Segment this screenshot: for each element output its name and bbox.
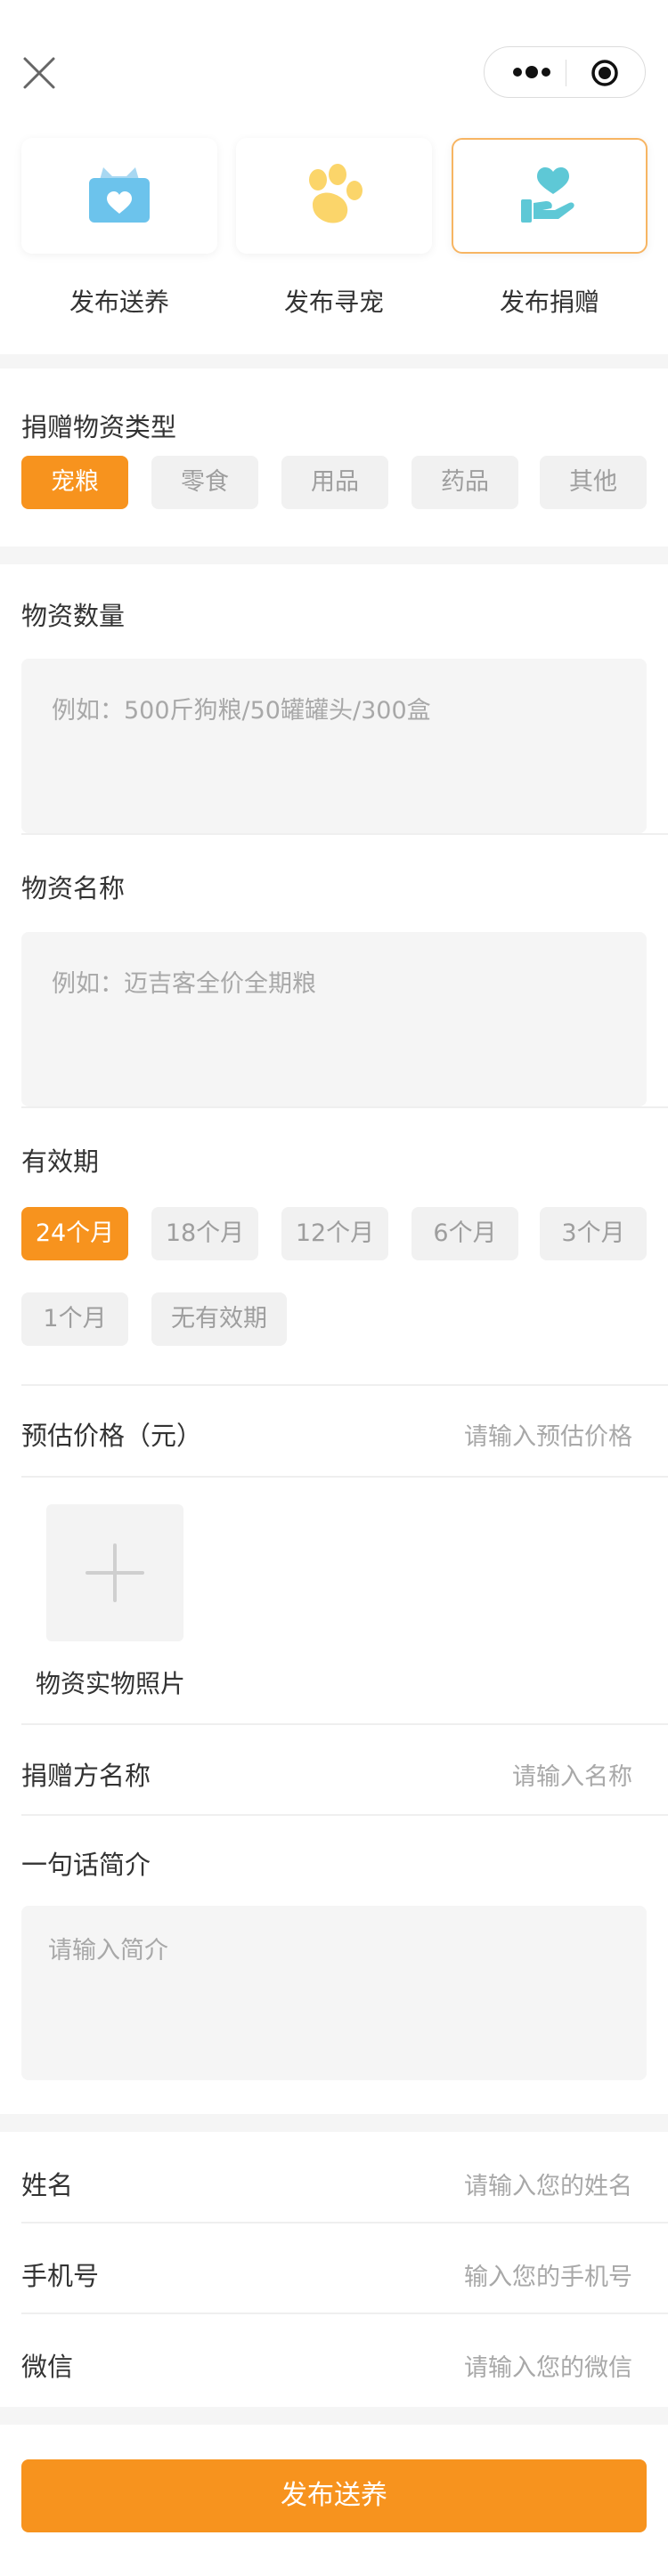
contact-phone-input[interactable]: 输入您的手机号 xyxy=(464,2257,632,2292)
chip-supplies[interactable]: 用品 xyxy=(281,456,388,509)
chip-24-months[interactable]: 24个月 xyxy=(21,1207,128,1260)
more-dots-icon[interactable] xyxy=(511,62,552,82)
contact-wechat-label: 微信 xyxy=(21,2352,74,2382)
divider-line xyxy=(21,1723,668,1725)
tab-adopt-out[interactable] xyxy=(21,138,217,254)
mini-program-capsule xyxy=(484,46,646,98)
chip-medicine[interactable]: 药品 xyxy=(411,456,518,509)
item-name-title: 物资名称 xyxy=(21,873,126,903)
chip-3-months[interactable]: 3个月 xyxy=(540,1207,647,1260)
contact-phone-label: 手机号 xyxy=(21,2261,100,2291)
paw-icon xyxy=(309,164,363,223)
cat-heart-icon xyxy=(89,167,150,223)
quantity-input[interactable]: 例如：500斤狗粮/50罐罐头/300盒 xyxy=(21,659,647,833)
donor-input[interactable]: 请输入名称 xyxy=(512,1757,632,1792)
plus-icon xyxy=(86,1543,144,1602)
divider-line xyxy=(21,1814,668,1816)
tab-adopt-out-label: 发布送养 xyxy=(69,288,169,317)
chip-18-months[interactable]: 18个月 xyxy=(151,1207,258,1260)
top-bar xyxy=(0,0,668,134)
chip-pet-food[interactable]: 宠粮 xyxy=(21,456,128,509)
chip-6-months[interactable]: 6个月 xyxy=(411,1207,518,1260)
intro-placeholder: 请输入简介 xyxy=(48,1937,168,1964)
section-divider xyxy=(0,2114,668,2132)
price-label: 预估价格（元） xyxy=(21,1421,203,1451)
close-icon[interactable] xyxy=(21,55,57,91)
validity-title: 有效期 xyxy=(21,1146,100,1177)
photo-label: 物资实物照片 xyxy=(36,1669,186,1698)
item-name-placeholder: 例如：迈吉客全价全期粮 xyxy=(52,970,316,998)
section-divider xyxy=(0,354,668,369)
section-divider xyxy=(0,547,668,564)
divider-line xyxy=(21,833,668,835)
chip-snacks[interactable]: 零食 xyxy=(151,456,258,509)
contact-wechat-input[interactable]: 请输入您的微信 xyxy=(464,2348,632,2383)
chip-other[interactable]: 其他 xyxy=(540,456,647,509)
divider-line xyxy=(21,1106,668,1108)
divider-line xyxy=(21,2313,668,2314)
chip-1-month[interactable]: 1个月 xyxy=(21,1292,128,1346)
price-input[interactable]: 请输入预估价格 xyxy=(464,1417,632,1452)
donation-type-title: 捐赠物资类型 xyxy=(21,412,177,442)
contact-name-label: 姓名 xyxy=(21,2170,74,2200)
divider-line xyxy=(21,2222,668,2224)
section-divider xyxy=(0,2407,668,2425)
chip-12-months[interactable]: 12个月 xyxy=(281,1207,388,1260)
quantity-title: 物资数量 xyxy=(21,601,126,631)
tab-donate[interactable] xyxy=(452,138,648,254)
divider-line xyxy=(21,1476,668,1478)
tab-donate-label: 发布捐赠 xyxy=(499,288,599,317)
intro-title: 一句话简介 xyxy=(21,1850,151,1880)
record-icon[interactable] xyxy=(591,59,619,87)
submit-button[interactable]: 发布送养 xyxy=(21,2459,647,2532)
photo-upload-button[interactable] xyxy=(46,1504,183,1641)
tab-find-pet-label: 发布寻宠 xyxy=(283,288,384,317)
hand-heart-icon xyxy=(521,167,574,223)
quantity-placeholder: 例如：500斤狗粮/50罐罐头/300盒 xyxy=(52,697,431,725)
item-name-input[interactable]: 例如：迈吉客全价全期粮 xyxy=(21,932,647,1106)
chip-no-expiry[interactable]: 无有效期 xyxy=(151,1292,287,1346)
tab-find-pet[interactable] xyxy=(236,138,432,254)
donor-label: 捐赠方名称 xyxy=(21,1761,151,1791)
intro-input[interactable]: 请输入简介 xyxy=(21,1906,647,2080)
contact-name-input[interactable]: 请输入您的姓名 xyxy=(464,2167,632,2201)
divider-line xyxy=(21,1384,668,1386)
